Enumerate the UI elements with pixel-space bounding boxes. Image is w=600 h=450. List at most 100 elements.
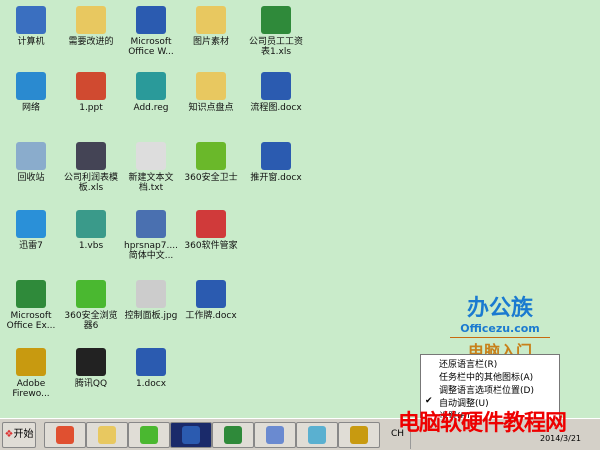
folder-icon: [98, 426, 116, 444]
360-browser-icon: [140, 426, 158, 444]
taskbar-button[interactable]: [86, 422, 128, 448]
word-shortcut-icon: [136, 6, 166, 34]
desktop-icon[interactable]: 公司利润表模板.xls: [60, 142, 122, 193]
desktop-icon-label: 计算机: [17, 37, 45, 47]
menu-item[interactable]: 还原语言栏(R): [421, 355, 559, 370]
hypersnap-icon: [136, 210, 166, 238]
desktop-icon[interactable]: Add.reg: [120, 72, 182, 113]
image-file-icon: [136, 280, 166, 308]
desktop-icon[interactable]: 控制面板.jpg: [120, 280, 182, 321]
desktop-icon-label: 回收站: [17, 173, 45, 183]
excel-shortcut-icon: [16, 280, 46, 308]
desktop-icon[interactable]: 流程图.docx: [245, 72, 307, 113]
desktop-icon[interactable]: 腾讯QQ: [60, 348, 122, 389]
folder-icon: [196, 72, 226, 100]
desktop-icon[interactable]: 公司员工工资表1.xls: [245, 6, 307, 57]
desktop-icon-label: 1.ppt: [79, 103, 103, 113]
desktop-icon-label: 公司员工工资表1.xls: [248, 37, 303, 57]
desktop-icon[interactable]: 知识点盘点: [180, 72, 242, 113]
desktop-icon[interactable]: 1.ppt: [60, 72, 122, 113]
excel-file-icon: [261, 6, 291, 34]
360-browser-icon: [76, 280, 106, 308]
desktop-icon-label: 腾讯QQ: [74, 379, 108, 389]
desktop-icon[interactable]: 网络: [0, 72, 62, 113]
officezu-logo: 办公族 Officezu.com 电脑入门: [450, 290, 550, 362]
fireworks-icon: [16, 348, 46, 376]
desktop-icon-label: 推开窗.docx: [250, 173, 302, 183]
desktop-icon-label: 1.vbs: [78, 241, 104, 251]
notepad-icon: [308, 426, 326, 444]
desktop-icon-label: 新建文本文档.txt: [128, 173, 174, 193]
text-file-icon: [136, 142, 166, 170]
desktop-icon-label: 360安全卫士: [184, 173, 238, 183]
excel-icon: [224, 426, 242, 444]
taskbar-button[interactable]: [128, 422, 170, 448]
taskbar-button[interactable]: [254, 422, 296, 448]
word-file-icon: [196, 280, 226, 308]
desktop-icon[interactable]: 1.docx: [120, 348, 182, 389]
desktop-icon-label: 网络: [21, 103, 40, 113]
desktop-icon-label: 工作牌.docx: [185, 311, 237, 321]
word-file-icon: [261, 142, 291, 170]
computer-icon: [16, 6, 46, 34]
desktop-icon-label: Add.reg: [133, 103, 169, 113]
thunder-icon: [16, 210, 46, 238]
desktop-icon[interactable]: hprsnap7....简体中文...: [120, 210, 182, 261]
desktop-icon-label: Microsoft Office Ex...: [6, 311, 56, 331]
desktop-icon[interactable]: 工作牌.docx: [180, 280, 242, 321]
desktop-icon-label: 360软件管家: [184, 241, 238, 251]
qq-icon: [76, 348, 106, 376]
360-software-icon: [56, 426, 74, 444]
desktop-icon-label: Adobe Firewo...: [12, 379, 50, 399]
script-file-icon: [76, 210, 106, 238]
watermark-text: 电脑软硬件教程网: [398, 411, 567, 436]
desktop-icon[interactable]: 计算机: [0, 6, 62, 47]
folder-icon: [76, 6, 106, 34]
360-safe-icon: [196, 142, 226, 170]
registry-file-icon: [136, 72, 166, 100]
fireworks-icon: [350, 426, 368, 444]
desktop-icon-label: 需要改进的: [68, 37, 114, 47]
start-button[interactable]: ❖开始: [2, 422, 36, 448]
desktop-icon[interactable]: Adobe Firewo...: [0, 348, 62, 399]
menu-item[interactable]: 任务栏中的其他图标(A): [421, 368, 559, 383]
360-software-icon: [196, 210, 226, 238]
desktop-icon-label: 360安全浏览器6: [64, 311, 118, 331]
desktop-icon-label: 迅雷7: [19, 241, 43, 251]
taskbar-button[interactable]: [338, 422, 380, 448]
network-icon: [16, 72, 46, 100]
desktop-icon-label: Microsoft Office W...: [128, 37, 174, 57]
desktop-icon[interactable]: 回收站: [0, 142, 62, 183]
word-file-icon: [261, 72, 291, 100]
word-icon: [182, 426, 200, 444]
desktop-icon[interactable]: 1.vbs: [60, 210, 122, 251]
word-doc-icon: [266, 426, 284, 444]
desktop-icon[interactable]: 360软件管家: [180, 210, 242, 251]
desktop-icon-label: 图片素材: [192, 37, 229, 47]
folder-icon: [196, 6, 226, 34]
desktop-icon[interactable]: 360安全浏览器6: [60, 280, 122, 331]
desktop-icon-label: hprsnap7....简体中文...: [124, 241, 178, 261]
desktop-icon-label: 1.docx: [135, 379, 167, 389]
taskbar-button[interactable]: [212, 422, 254, 448]
desktop-icon[interactable]: 新建文本文档.txt: [120, 142, 182, 193]
word-file-icon: [136, 348, 166, 376]
desktop-icon-label: 控制面板.jpg: [124, 311, 178, 321]
menu-item[interactable]: 调整语言选项栏位置(D): [421, 381, 559, 396]
desktop-icon[interactable]: 推开窗.docx: [245, 142, 307, 183]
recycle-bin-icon: [16, 142, 46, 170]
taskbar-button[interactable]: [170, 422, 212, 448]
desktop-icon[interactable]: 迅雷7: [0, 210, 62, 251]
desktop-icon[interactable]: Microsoft Office W...: [120, 6, 182, 57]
desktop-icon[interactable]: 360安全卫士: [180, 142, 242, 183]
desktop-icon-label: 知识点盘点: [188, 103, 234, 113]
ppt-file-icon: [76, 72, 106, 100]
desktop-icon[interactable]: Microsoft Office Ex...: [0, 280, 62, 331]
desktop-icon-label: 公司利润表模板.xls: [63, 173, 118, 193]
desktop-icon[interactable]: 图片素材: [180, 6, 242, 47]
excel-file-icon: [76, 142, 106, 170]
desktop-icon[interactable]: 需要改进的: [60, 6, 122, 47]
taskbar-button[interactable]: [296, 422, 338, 448]
desktop-icon-label: 流程图.docx: [250, 103, 302, 113]
taskbar-button[interactable]: [44, 422, 86, 448]
